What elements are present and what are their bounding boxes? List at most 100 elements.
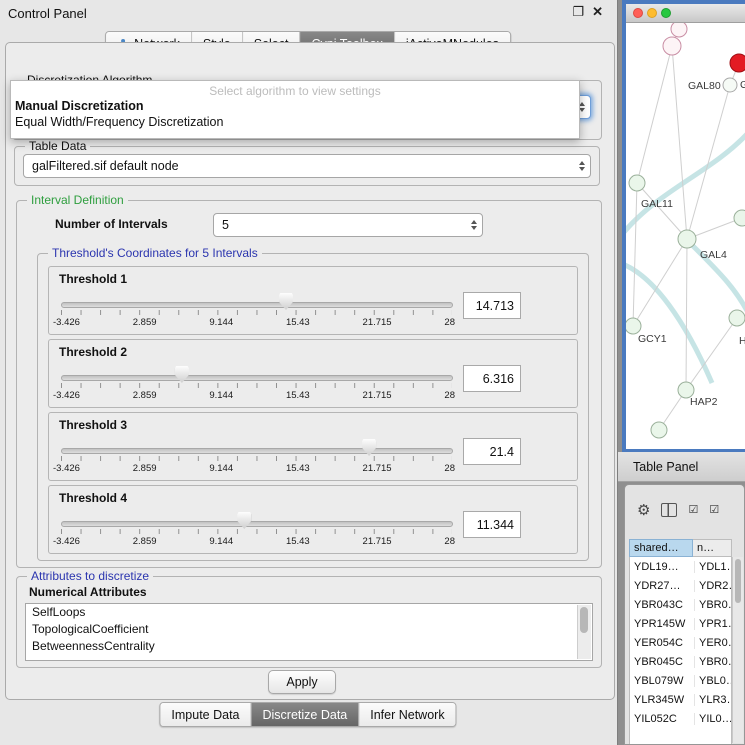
slider-ticks [61,383,452,388]
tick-label: 2.859 [133,390,157,401]
float-window-icon[interactable]: ❐ [572,4,584,20]
slider-ticks [61,529,452,534]
network-node[interactable] [729,310,745,326]
interval-definition-label: Interval Definition [27,193,128,207]
table-row[interactable]: YIL052CYIL0… [630,709,731,728]
select-none-checkbox-icon[interactable]: ☑ [709,505,719,516]
table-toolbar: ⚙ ☑ ☑ [625,499,744,521]
network-view-window: GAL80GAGAL11GAL4GCY1HAP2H [622,0,745,452]
threshold-label: Threshold 3 [59,418,127,432]
column-header-shared-name[interactable]: shared… [629,539,693,557]
threshold-value-field[interactable]: 6.316 [463,365,521,392]
table-row[interactable]: YBR043CYBR0… [630,595,731,614]
threshold-label: Threshold 1 [59,272,127,286]
slider-track[interactable] [61,448,453,454]
slider-track[interactable] [61,302,453,308]
network-edge[interactable] [672,46,687,239]
apply-button[interactable]: Apply [268,670,336,694]
network-edge[interactable] [633,183,637,326]
popup-option-equal-width[interactable]: Equal Width/Frequency Discretization [11,114,579,130]
close-icon[interactable]: ✕ [592,4,603,20]
tick-label: -3.426 [53,536,80,547]
table-header-row: shared… n… [629,539,732,557]
gear-icon[interactable]: ⚙ [637,503,650,518]
numerical-attributes-label: Numerical Attributes [29,585,147,599]
table-scrollbar[interactable] [732,557,743,743]
close-traffic-light-icon[interactable] [633,8,643,18]
network-titlebar[interactable] [626,4,745,23]
tick-label: 21.715 [363,463,392,474]
table-row[interactable]: YDL19…YDL1… [630,557,731,576]
network-node[interactable] [678,230,696,248]
tick-label: 15.43 [286,390,310,401]
threshold-value-field[interactable]: 11.344 [463,511,521,538]
network-canvas[interactable]: GAL80GAGAL11GAL4GCY1HAP2H [626,23,745,449]
minimize-traffic-light-icon[interactable] [647,8,657,18]
tick-label: 28 [444,390,455,401]
network-node[interactable] [671,23,687,37]
tab-impute-data[interactable]: Impute Data [160,703,250,726]
tick-label: 15.43 [286,536,310,547]
attributes-listbox[interactable]: SelfLoopsTopologicalCoefficientBetweenne… [25,603,593,661]
network-node[interactable] [626,318,641,334]
table-panel-header[interactable]: Table Panel [618,452,745,482]
network-edge[interactable] [633,239,687,326]
node-label: GA [740,79,745,91]
threshold-value-field[interactable]: 14.713 [463,292,521,319]
network-node[interactable] [629,175,645,191]
table-row[interactable]: YBR045CYBR0… [630,652,731,671]
table-panel-title: Table Panel [633,460,698,474]
table-row[interactable]: YPR145WYPR1… [630,614,731,633]
tab-discretize-data[interactable]: Discretize Data [251,703,359,726]
table-row[interactable]: YBL079WYBL0… [630,671,731,690]
column-header-name[interactable]: n… [693,539,732,557]
attributes-group-label: Attributes to discretize [27,569,153,583]
list-scrollbar[interactable] [577,605,591,659]
threshold-panel: Threshold 4 -3.4262.8599.14415.4321.7152… [48,485,578,554]
num-intervals-label: Number of Intervals [55,217,168,231]
table-row[interactable]: YDR27…YDR2… [630,576,731,595]
select-all-checkbox-icon[interactable]: ☑ [688,505,698,516]
table-row[interactable]: YER054CYER0… [630,633,731,652]
list-item[interactable]: BetweennessCentrality [26,638,592,655]
table-data-combobox[interactable]: galFiltered.sif default node [23,154,591,178]
tick-label: -3.426 [53,317,80,328]
interval-definition-group: Interval Definition Number of Intervals … [16,200,602,568]
popup-option-manual[interactable]: Manual Discretization [11,98,579,114]
tick-label: 15.43 [286,463,310,474]
slider-track[interactable] [61,375,453,381]
tick-label: 28 [444,536,455,547]
tick-label: 21.715 [363,390,392,401]
tick-label: -3.426 [53,390,80,401]
zoom-traffic-light-icon[interactable] [661,8,671,18]
tick-label: 2.859 [133,536,157,547]
list-item[interactable]: TopologicalCoefficient [26,621,592,638]
table-body: YDL19…YDL1…YDR27…YDR2…YBR043CYBR0…YPR145… [629,557,732,744]
network-edge[interactable] [637,46,672,183]
slider-ticks [61,456,452,461]
node-label: GAL80 [688,80,721,92]
table-data-group: Table Data galFiltered.sif default node [14,146,600,186]
num-intervals-combobox[interactable]: 5 [213,213,483,237]
node-label: H [739,335,745,347]
network-edge-band[interactable] [682,235,745,321]
network-node[interactable] [734,210,745,226]
tick-label: 28 [444,463,455,474]
table-row[interactable]: YLR345WYLR3… [630,690,731,709]
window-title: Control Panel [8,6,87,21]
tab-label: Discretize Data [263,708,348,722]
thresholds-group: Threshold's Coordinates for 5 Intervals … [37,253,589,561]
network-node[interactable] [651,422,667,438]
list-item[interactable]: SelfLoops [26,604,592,621]
network-node[interactable] [663,37,681,55]
combo-arrows-icon [471,220,477,230]
columns-icon[interactable] [661,503,677,517]
tab-label: Impute Data [171,708,239,722]
network-edge[interactable] [686,239,687,390]
network-edge[interactable] [687,85,730,239]
threshold-value-field[interactable]: 21.4 [463,438,521,465]
network-node[interactable] [730,54,745,72]
network-node[interactable] [723,78,737,92]
tab-infer-network[interactable]: Infer Network [358,703,455,726]
slider-track[interactable] [61,521,453,527]
